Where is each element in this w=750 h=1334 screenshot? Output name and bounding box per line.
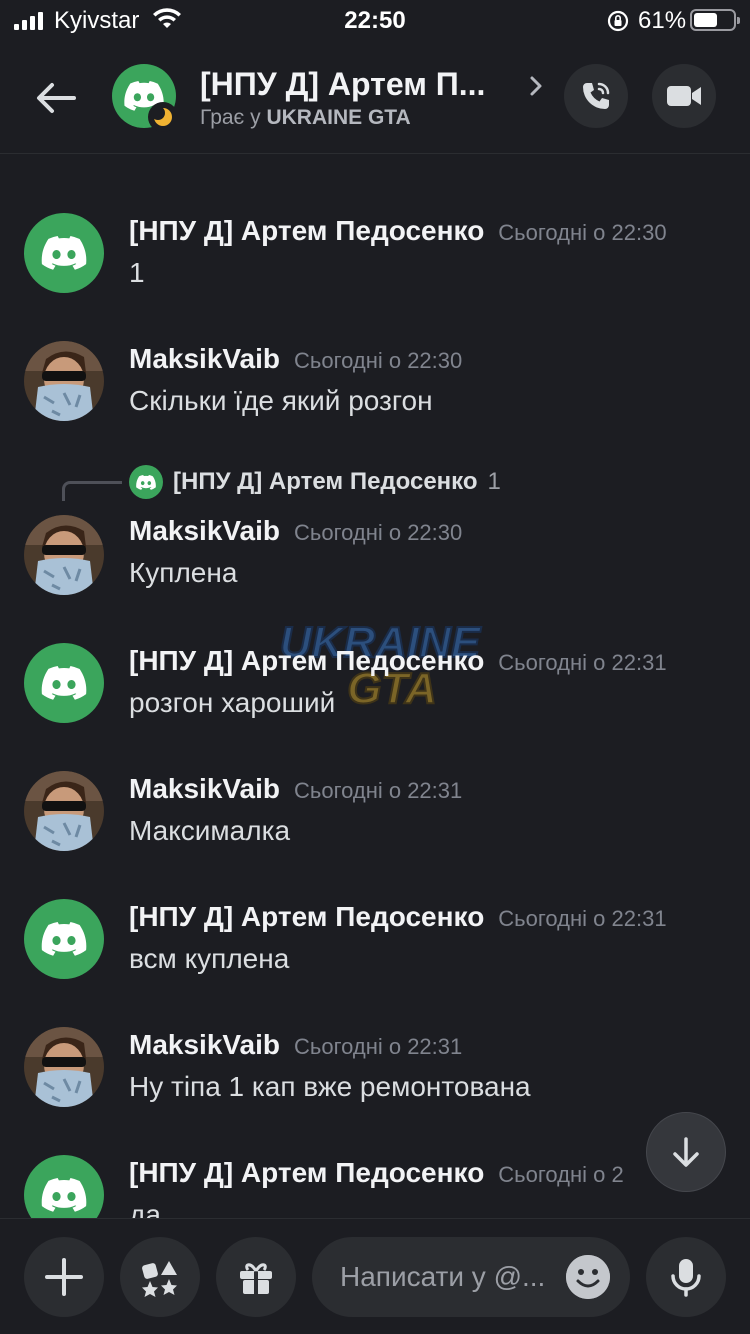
reply-text: 1 <box>487 468 501 495</box>
message-text: Ну тіпа 1 кап вже ремонтована <box>129 1071 531 1102</box>
apps-button[interactable] <box>120 1237 200 1317</box>
message-input-placeholder: Написати у @... <box>340 1261 546 1292</box>
idle-status-icon <box>148 102 178 132</box>
message-time: Сьогодні о 22:30 <box>498 220 667 245</box>
discord-logo-icon <box>136 475 156 490</box>
phone-icon <box>583 82 610 109</box>
message-header: [НПУ Д] Артем Педосенко Сьогодні о 22:30 <box>129 215 667 247</box>
battery-fill <box>694 13 717 27</box>
message-text: Куплена <box>129 557 238 588</box>
video-call-button[interactable] <box>652 64 716 128</box>
activity-status: Грає у UKRAINE GTA <box>200 106 411 130</box>
chat-header: [НПУ Д] Артем П... Грає у UKRAINE GTA <box>0 44 750 154</box>
avatar[interactable] <box>24 515 104 595</box>
smiley-icon <box>566 1255 610 1299</box>
message-time: Сьогодні о 22:31 <box>293 1034 463 1059</box>
add-attachment-button[interactable] <box>24 1237 104 1317</box>
user-photo-icon <box>24 1027 104 1107</box>
reply-avatar <box>129 465 163 499</box>
activity-game: UKRAINE GTA <box>266 106 411 129</box>
discord-logo-icon <box>41 666 87 700</box>
message-header: MaksikVaib Сьогодні о 22:30 <box>129 515 462 547</box>
reply-author: [НПУ Д] Артем Педосенко <box>173 468 478 495</box>
message-text: розгон хароший <box>129 687 336 718</box>
message-text: Скільки їде який розгон <box>129 385 433 416</box>
message-list[interactable]: [НПУ Д] Артем Педосенко Сьогодні о 22:30 … <box>0 155 750 1218</box>
user-photo-icon <box>24 341 104 421</box>
message-author[interactable]: MaksikVaib <box>129 773 280 804</box>
avatar[interactable] <box>24 899 104 979</box>
discord-logo-icon <box>41 1178 87 1212</box>
message-time: Сьогодні о 22:30 <box>293 348 463 373</box>
back-button[interactable] <box>30 72 82 124</box>
message-header: MaksikVaib Сьогодні о 22:31 <box>129 773 462 805</box>
message-author[interactable]: MaksikVaib <box>129 1029 280 1060</box>
scroll-to-bottom-button[interactable] <box>646 1112 726 1192</box>
message-time: Сьогодні о 22:30 <box>293 520 463 545</box>
message-header: MaksikVaib Сьогодні о 22:31 <box>129 1029 462 1061</box>
message-header: [НПУ Д] Артем Педосенко Сьогодні о 22:31 <box>129 645 667 677</box>
message-time: Сьогодні о 22:31 <box>498 650 667 675</box>
message-text: Максималка <box>129 815 291 846</box>
message-time: Сьогодні о 22:31 <box>498 906 667 931</box>
message-input[interactable]: Написати у @... <box>312 1237 630 1317</box>
avatar[interactable] <box>24 771 104 851</box>
message-time: Сьогодні о 2 <box>498 1162 624 1187</box>
message-author[interactable]: MaksikVaib <box>129 515 280 546</box>
message-header: [НПУ Д] Артем Педосенко Сьогодні о 22:31 <box>129 901 667 933</box>
orientation-lock-icon <box>606 9 630 38</box>
video-camera-icon <box>667 86 701 106</box>
arrow-left-icon <box>37 83 76 113</box>
message-header: MaksikVaib Сьогодні о 22:30 <box>129 343 462 375</box>
activity-prefix: Грає у <box>200 106 261 129</box>
discord-logo-icon <box>41 236 87 270</box>
microphone-icon <box>671 1259 701 1297</box>
avatar[interactable] <box>24 1027 104 1107</box>
avatar[interactable] <box>24 341 104 421</box>
avatar[interactable] <box>24 213 104 293</box>
battery-icon <box>690 9 740 31</box>
message-author[interactable]: MaksikVaib <box>129 343 280 374</box>
message-author[interactable]: [НПУ Д] Артем Педосенко <box>129 1157 484 1188</box>
message-text: 1 <box>129 257 145 288</box>
apps-icon <box>142 1261 177 1297</box>
chevron-right-icon[interactable] <box>528 74 544 103</box>
user-photo-icon <box>24 771 104 851</box>
message-time: Сьогодні о 22:31 <box>293 778 463 803</box>
plus-icon <box>45 1258 83 1296</box>
voice-call-button[interactable] <box>564 64 628 128</box>
emoji-button[interactable] <box>566 1255 610 1299</box>
arrow-down-icon <box>673 1137 699 1167</box>
discord-logo-icon <box>41 922 87 956</box>
reply-connector <box>62 481 122 501</box>
message-composer: Написати у @... <box>0 1218 750 1334</box>
avatar[interactable] <box>24 643 104 723</box>
message-author[interactable]: [НПУ Д] Артем Педосенко <box>129 645 484 676</box>
message-text: да <box>129 1199 161 1218</box>
avatar[interactable] <box>24 1155 104 1218</box>
message-text: всм куплена <box>129 943 290 974</box>
battery-percent: 61% <box>638 7 687 34</box>
gift-icon <box>240 1263 272 1294</box>
gift-button[interactable] <box>216 1237 296 1317</box>
user-photo-icon <box>24 515 104 595</box>
status-bar: Kyivstar 22:50 61% <box>0 0 750 44</box>
voice-message-button[interactable] <box>646 1237 726 1317</box>
reply-preview[interactable]: [НПУ Д] Артем Педосенко 1 <box>129 465 501 499</box>
message-author[interactable]: [НПУ Д] Артем Педосенко <box>129 901 484 932</box>
message-header: [НПУ Д] Артем Педосенко Сьогодні о 2 <box>129 1157 624 1189</box>
message-author[interactable]: [НПУ Д] Артем Педосенко <box>129 215 484 246</box>
page-title[interactable]: [НПУ Д] Артем П... <box>200 66 485 103</box>
